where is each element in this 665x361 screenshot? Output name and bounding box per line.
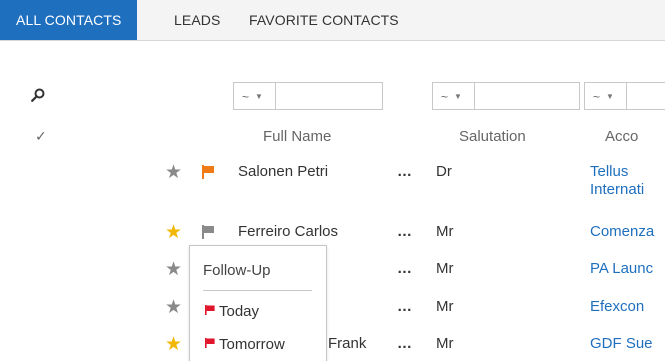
follow-up-menu-title: Follow-Up (203, 262, 271, 279)
column-header-full-name[interactable]: Full Name (263, 128, 331, 145)
contact-salutation: Mr (436, 223, 454, 240)
menu-item-label: Today (219, 303, 260, 320)
contact-account-link[interactable]: PA Launc (590, 260, 653, 278)
contact-salutation: Mr (436, 260, 454, 277)
more-actions-icon[interactable]: … (397, 223, 413, 240)
star-icon[interactable]: ★ (165, 163, 182, 183)
contact-account-link[interactable]: Efexcon (590, 298, 644, 316)
filter-operator-value: ~ (242, 89, 250, 104)
more-actions-icon[interactable]: … (397, 163, 413, 180)
filter-operator-select[interactable]: ~ ▼ (234, 83, 276, 109)
tab-favorite-contacts[interactable]: FAVORITE CONTACTS (249, 0, 399, 40)
star-icon[interactable]: ★ (165, 223, 182, 243)
contact-salutation: Mr (436, 335, 454, 352)
flag-icon (205, 338, 215, 348)
menu-item-label: Tomorrow (219, 336, 285, 353)
flag-icon[interactable] (202, 225, 215, 239)
tab-all-contacts[interactable]: ALL CONTACTS (0, 0, 138, 40)
star-icon[interactable]: ★ (165, 260, 182, 280)
table-row: ★ Salonen Petri … Dr Tellus Internati (0, 162, 665, 202)
account-line-1: Tellus (590, 163, 629, 180)
tab-bar: ALL CONTACTS LEADS FAVORITE CONTACTS (0, 0, 665, 41)
chevron-down-icon: ▼ (255, 91, 263, 101)
filter-operator-select[interactable]: ~ ▼ (585, 83, 627, 109)
more-actions-icon[interactable]: … (397, 260, 413, 277)
menu-item-today[interactable]: Today (205, 303, 259, 320)
filter-full-name: ~ ▼ (233, 82, 383, 110)
contacts-app: ALL CONTACTS LEADS FAVORITE CONTACTS ✓ ~… (0, 0, 665, 361)
filter-operator-value: ~ (593, 89, 601, 104)
contact-full-name[interactable]: Salonen Petri (238, 163, 328, 180)
filter-input-account[interactable] (627, 83, 665, 109)
table-row: ★ eja … Mr PA Launc (0, 259, 665, 299)
contact-full-name[interactable]: Ferreiro Carlos (238, 223, 338, 240)
contact-account-link[interactable]: Comenza (590, 223, 654, 241)
contact-salutation: Mr (436, 298, 454, 315)
more-actions-icon[interactable]: … (397, 298, 413, 315)
chevron-down-icon: ▼ (454, 91, 462, 101)
follow-up-menu: Follow-Up Today Tomorrow (189, 245, 327, 361)
more-actions-icon[interactable]: … (397, 335, 413, 352)
contact-full-name[interactable]: Frank (328, 335, 366, 352)
table-row: ★ … Mr Efexcon (0, 297, 665, 337)
account-line-2: Internati (590, 181, 645, 198)
contact-salutation: Dr (436, 163, 452, 180)
star-icon[interactable]: ★ (165, 298, 182, 318)
filter-account: ~ ▼ (584, 82, 665, 110)
contact-account-link[interactable]: GDF Sue (590, 335, 653, 353)
filter-input-salutation[interactable] (475, 83, 579, 109)
column-header-account[interactable]: Acco (605, 128, 638, 145)
flag-icon[interactable] (202, 165, 215, 179)
filter-salutation: ~ ▼ (432, 82, 580, 110)
filter-operator-value: ~ (441, 89, 449, 104)
column-header-salutation[interactable]: Salutation (459, 128, 526, 145)
search-icon[interactable] (31, 88, 45, 102)
checkmark-icon[interactable]: ✓ (35, 128, 47, 145)
menu-item-tomorrow[interactable]: Tomorrow (205, 336, 285, 353)
flag-icon (205, 305, 215, 315)
chevron-down-icon: ▼ (606, 91, 614, 101)
contact-account-link[interactable]: Tellus Internati (590, 163, 644, 199)
filter-input-full-name[interactable] (276, 83, 382, 109)
menu-divider (203, 290, 312, 291)
filter-operator-select[interactable]: ~ ▼ (433, 83, 475, 109)
table-row: ★ Ferreiro Carlos … Mr Comenza (0, 222, 665, 262)
tab-leads[interactable]: LEADS (174, 0, 220, 40)
table-row: ★ Frank … Mr GDF Sue (0, 334, 665, 361)
star-icon[interactable]: ★ (165, 335, 182, 355)
